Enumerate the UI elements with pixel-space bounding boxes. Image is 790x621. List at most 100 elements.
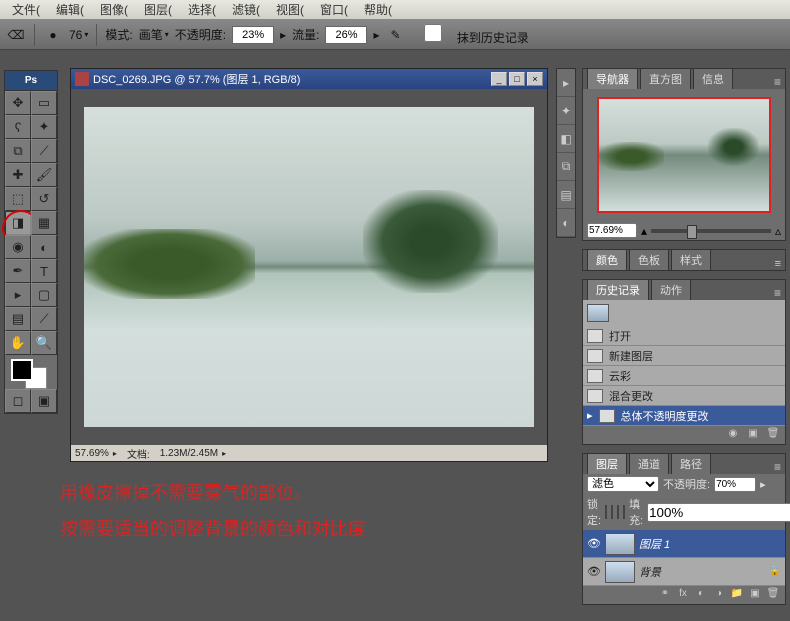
tab-info[interactable]: 信息	[693, 68, 733, 89]
flow-dropdown-icon[interactable]: ▸	[373, 28, 379, 42]
tab-styles[interactable]: 样式	[671, 249, 711, 270]
opacity-dropdown-icon[interactable]: ▸	[280, 28, 286, 42]
color-swatches[interactable]	[5, 355, 57, 389]
visibility-icon[interactable]: 👁	[587, 537, 601, 551]
history-item[interactable]: ▸总体不透明度更改	[583, 406, 785, 426]
slice-tool[interactable]: ⟋	[31, 139, 57, 163]
navigator-thumbnail[interactable]	[597, 97, 771, 213]
zoom-tool[interactable]: 🔍	[31, 331, 57, 355]
stamp-tool[interactable]: ⬚	[5, 187, 31, 211]
history-brush-tool[interactable]: ↺	[31, 187, 57, 211]
panel-menu-icon[interactable]: ≡	[771, 258, 785, 270]
tab-swatches[interactable]: 色板	[629, 249, 669, 270]
pen-tool[interactable]: ✒	[5, 259, 31, 283]
crop-tool[interactable]: ⧉	[5, 139, 31, 163]
dock-layers-icon[interactable]: ▤	[557, 181, 575, 209]
lock-pixels-icon[interactable]	[611, 505, 613, 519]
lock-all-icon[interactable]	[623, 505, 625, 519]
dock-channels-icon[interactable]: ◐	[557, 209, 575, 237]
trash-icon[interactable]: 🗑	[765, 428, 781, 442]
menu-help[interactable]: 帮助(	[356, 0, 400, 20]
docinfo-value[interactable]: 1.23M/2.45M	[160, 448, 226, 459]
marquee-tool[interactable]: ▭	[31, 91, 57, 115]
zoom-in-icon[interactable]: ▵	[775, 224, 781, 238]
eraser-tool-icon[interactable]: ⌫	[6, 25, 26, 45]
tab-layers[interactable]: 图层	[587, 453, 627, 474]
panel-menu-icon[interactable]: ≡	[770, 75, 785, 89]
brush-preset-icon[interactable]: ●	[43, 25, 63, 45]
blend-mode-select[interactable]: 滤色	[587, 476, 659, 492]
notes-tool[interactable]: ▤	[5, 307, 31, 331]
menu-image[interactable]: 图像(	[92, 0, 136, 20]
dodge-tool[interactable]: ◐	[31, 235, 57, 259]
lock-transparency-icon[interactable]	[605, 505, 607, 519]
trash-icon[interactable]: 🗑	[765, 588, 781, 602]
menu-file[interactable]: 文件(	[4, 0, 48, 20]
canvas-image[interactable]	[84, 107, 534, 427]
wand-tool[interactable]: ✦	[31, 115, 57, 139]
new-group-icon[interactable]: 📁	[729, 588, 745, 602]
eraser-tool[interactable]: ◨	[5, 211, 31, 235]
shape-tool[interactable]: ▢	[31, 283, 57, 307]
layer-opacity-input[interactable]	[714, 477, 756, 492]
gradient-tool[interactable]: ▦	[31, 211, 57, 235]
history-item[interactable]: 混合更改	[583, 386, 785, 406]
blur-tool[interactable]: ◉	[5, 235, 31, 259]
airbrush-icon[interactable]: ✎	[386, 25, 406, 45]
dock-clone-icon[interactable]: ◧	[557, 125, 575, 153]
link-layers-icon[interactable]: ⚭	[657, 588, 673, 602]
menu-edit[interactable]: 编辑(	[48, 0, 92, 20]
screenmode-toggle[interactable]: ▣	[31, 389, 57, 413]
canvas-area[interactable]	[71, 89, 547, 445]
move-tool[interactable]: ✥	[5, 91, 31, 115]
layer-name[interactable]: 背景	[639, 564, 661, 580]
navigator-zoom-input[interactable]	[587, 223, 637, 238]
maximize-button[interactable]: □	[509, 72, 525, 86]
menu-view[interactable]: 视图(	[268, 0, 312, 20]
tab-color[interactable]: 颜色	[587, 249, 627, 270]
minimize-button[interactable]: _	[491, 72, 507, 86]
adjustment-layer-icon[interactable]: ◑	[711, 588, 727, 602]
menu-filter[interactable]: 滤镜(	[224, 0, 268, 20]
visibility-icon[interactable]: 👁	[587, 565, 601, 579]
dock-presets-icon[interactable]: ⧉	[557, 153, 575, 181]
history-snapshot[interactable]	[583, 300, 785, 326]
lasso-tool[interactable]: ʕ	[5, 115, 31, 139]
lock-position-icon[interactable]	[617, 505, 619, 519]
menu-select[interactable]: 选择(	[180, 0, 224, 20]
hand-tool[interactable]: ✋	[5, 331, 31, 355]
history-item[interactable]: 打开	[583, 326, 785, 346]
layer-row[interactable]: 👁 背景 🔒	[583, 558, 785, 586]
new-snapshot-icon[interactable]: ◉	[725, 428, 741, 442]
layer-mask-icon[interactable]: ◐	[693, 588, 709, 602]
menu-layer[interactable]: 图层(	[136, 0, 180, 20]
tab-histogram[interactable]: 直方图	[640, 68, 691, 89]
zoom-out-icon[interactable]: ▴	[641, 224, 647, 238]
layer-fill-input[interactable]	[647, 503, 790, 522]
zoom-readout[interactable]: 57.69%	[75, 448, 117, 459]
dock-brushes-icon[interactable]: ✦	[557, 97, 575, 125]
path-select-tool[interactable]: ▸	[5, 283, 31, 307]
close-button[interactable]: ×	[527, 72, 543, 86]
layer-name[interactable]: 图层 1	[639, 536, 670, 552]
erase-history-checkbox[interactable]: 抹到历史记录	[412, 24, 529, 46]
layer-row[interactable]: 👁 图层 1	[583, 530, 785, 558]
history-item[interactable]: 云彩	[583, 366, 785, 386]
brush-size-picker[interactable]: 76	[69, 28, 88, 42]
heal-tool[interactable]: ✚	[5, 163, 31, 187]
tab-channels[interactable]: 通道	[629, 453, 669, 474]
dock-arrow-icon[interactable]: ▸	[557, 69, 575, 97]
fg-color-swatch[interactable]	[11, 359, 33, 381]
quickmask-toggle[interactable]: ◻	[5, 389, 31, 413]
history-brush-source-icon[interactable]: ▸	[587, 409, 593, 422]
type-tool[interactable]: T	[31, 259, 57, 283]
panel-menu-icon[interactable]: ≡	[770, 286, 785, 300]
tab-paths[interactable]: 路径	[671, 453, 711, 474]
new-state-icon[interactable]: ▣	[745, 428, 761, 442]
mode-select[interactable]: 画笔	[139, 26, 169, 43]
navigator-zoom-slider[interactable]	[651, 229, 771, 233]
history-item[interactable]: 新建图层	[583, 346, 785, 366]
tab-actions[interactable]: 动作	[651, 279, 691, 300]
tab-history[interactable]: 历史记录	[587, 279, 649, 300]
eyedropper-tool[interactable]: ⟋	[31, 307, 57, 331]
